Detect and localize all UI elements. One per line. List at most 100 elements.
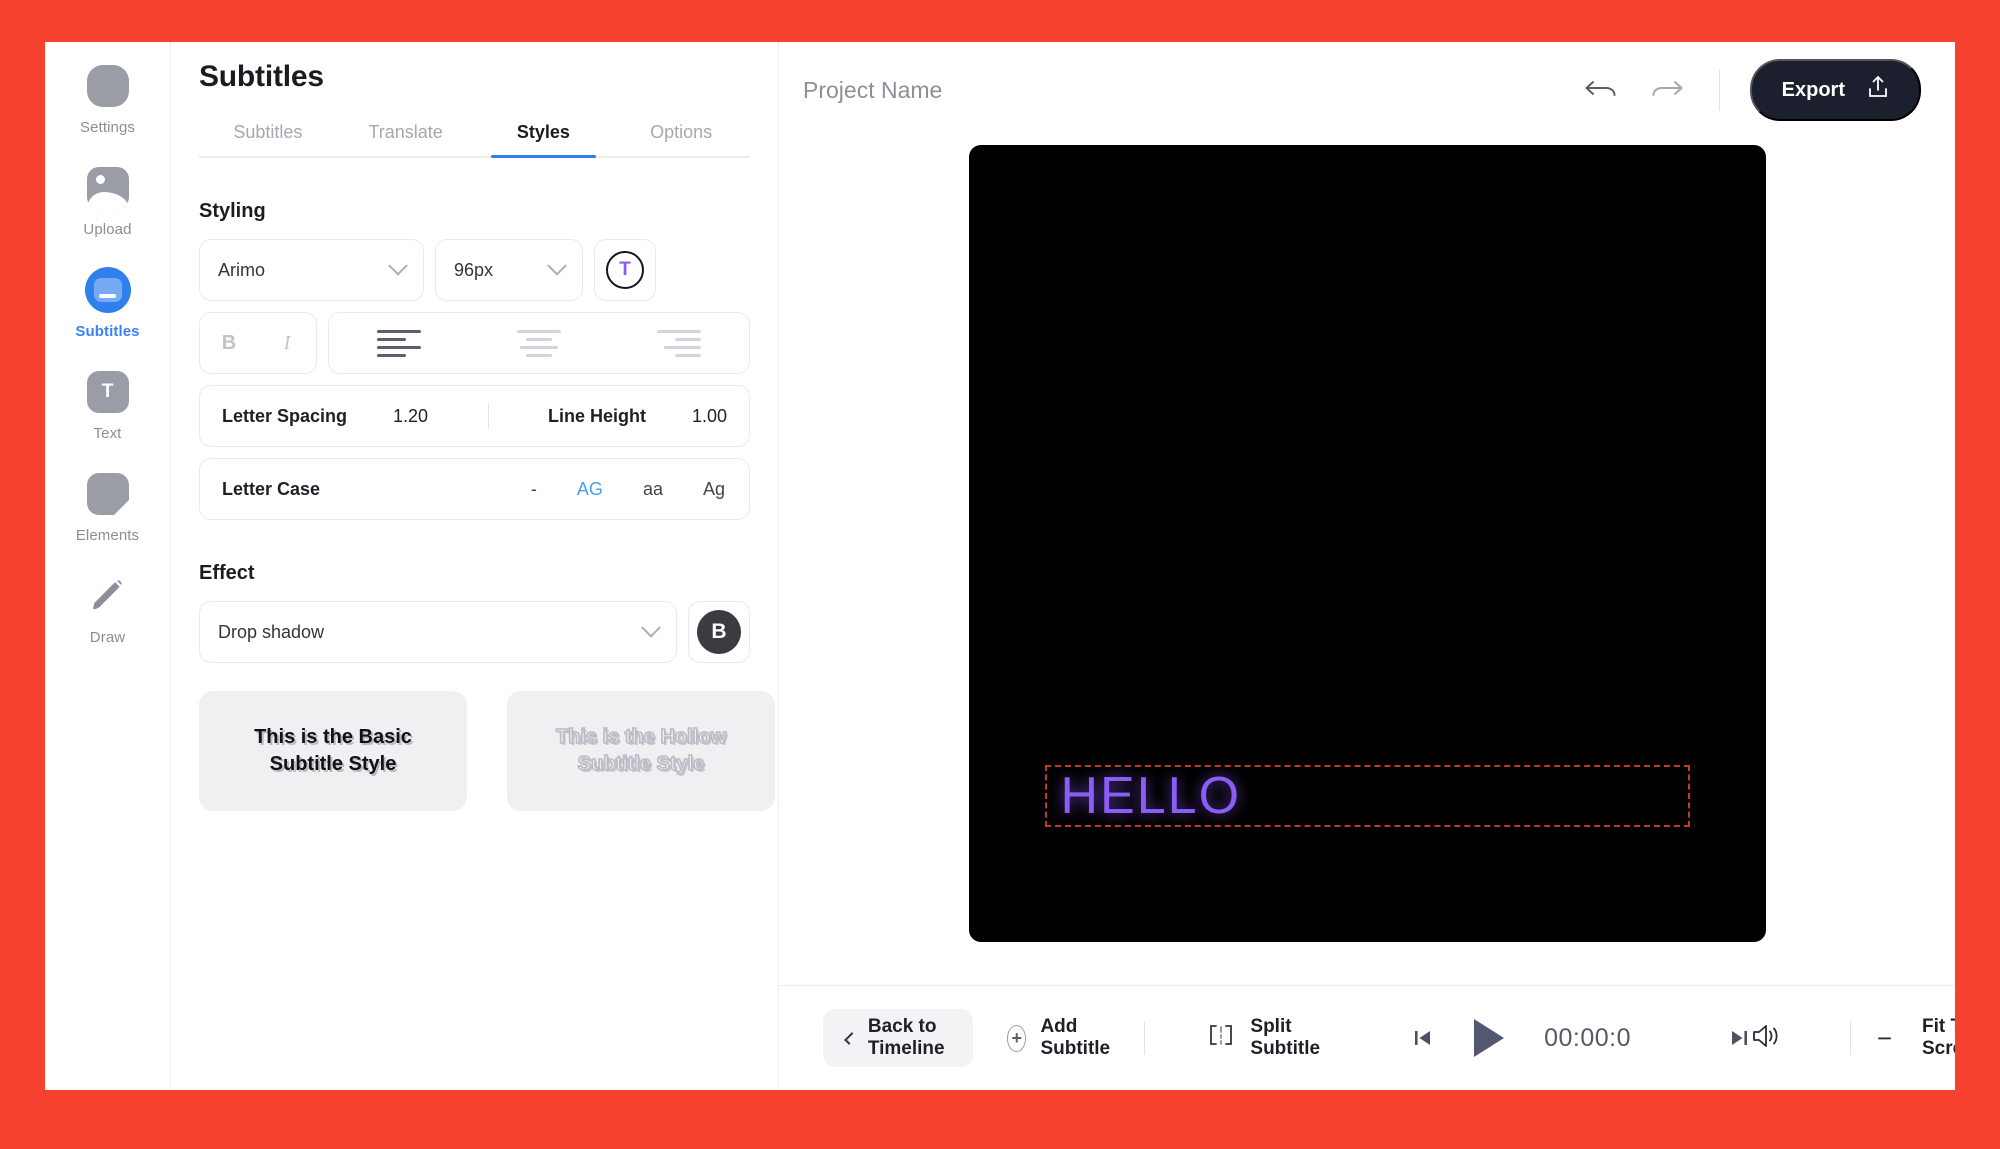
- panel-tabs: Subtitles Translate Styles Options: [199, 116, 750, 158]
- chevron-down-icon: [547, 255, 567, 276]
- letter-case-label: Letter Case: [222, 478, 321, 499]
- sidebar-item-draw[interactable]: Draw: [45, 572, 170, 646]
- subtitle-text[interactable]: HELLO: [1047, 770, 1242, 822]
- letter-case-lowercase[interactable]: aa: [643, 479, 663, 500]
- style-preset-line1: This is the Hollow: [555, 725, 727, 749]
- plus-circle-icon: +: [1007, 1024, 1027, 1052]
- sidebar-item-label: Elements: [75, 527, 140, 544]
- letter-case-group: Letter Case - AG aa Ag: [199, 458, 750, 520]
- letter-case-capitalize[interactable]: Ag: [703, 479, 725, 500]
- subtitle-style-presets: This is the Basic Subtitle Style This is…: [199, 691, 775, 811]
- back-to-timeline-label: Back to Timeline: [867, 1016, 945, 1059]
- sidebar-item-settings[interactable]: Settings: [45, 62, 170, 136]
- skip-next-icon[interactable]: [1728, 1026, 1750, 1050]
- tab-translate[interactable]: Translate: [337, 116, 475, 156]
- style-preset-line2: Subtitle Style: [577, 752, 705, 776]
- line-height-control[interactable]: Line Height 1.00: [548, 406, 727, 427]
- format-controls-row: B I: [199, 312, 750, 374]
- app-window: Settings Upload Subtitles T Text Element…: [45, 42, 1955, 1090]
- bold-italic-group: B I: [199, 312, 317, 374]
- text-t-icon: T: [84, 368, 132, 416]
- effect-select[interactable]: Drop shadow: [199, 601, 677, 663]
- effect-controls-row: Drop shadow B: [199, 601, 750, 663]
- italic-button[interactable]: I: [267, 332, 307, 355]
- effect-section-label: Effect: [199, 562, 255, 584]
- sidebar-item-label: Settings: [80, 119, 135, 136]
- style-preset-hollow[interactable]: This is the Hollow Subtitle Style: [507, 691, 775, 811]
- export-button[interactable]: Export: [1749, 59, 1921, 121]
- add-subtitle-label: Add Subtitle: [1040, 1016, 1111, 1059]
- editor-main-area: Project Name Export HELLO Back to Timeli…: [779, 42, 1955, 1090]
- spacing-controls-row: Letter Spacing 1.20 Line Height 1.00: [199, 385, 750, 447]
- style-preset-basic[interactable]: This is the Basic Subtitle Style: [199, 691, 467, 811]
- letter-spacing-control[interactable]: Letter Spacing 1.20: [222, 406, 428, 427]
- zoom-level-label[interactable]: Fit To Screen: [1922, 1016, 1955, 1060]
- letter-case-row: Letter Case - AG aa Ag: [199, 458, 750, 520]
- sidebar-item-text[interactable]: T Text: [45, 368, 170, 442]
- top-bar: Project Name Export: [779, 42, 1955, 138]
- spacing-group: Letter Spacing 1.20 Line Height 1.00: [199, 385, 750, 447]
- font-family-value: Arimo: [218, 259, 266, 280]
- tab-subtitles[interactable]: Subtitles: [199, 116, 337, 156]
- speaker-volume-icon[interactable]: [1750, 1021, 1784, 1056]
- align-left-icon[interactable]: [377, 325, 421, 361]
- letter-case-uppercase[interactable]: AG: [577, 479, 603, 500]
- letter-case-options: - AG aa Ag: [531, 479, 725, 500]
- bold-button[interactable]: B: [209, 332, 249, 355]
- playback-controls: 00:00:0: [1412, 1015, 1750, 1061]
- font-size-select[interactable]: 96px: [435, 239, 583, 301]
- font-family-select[interactable]: Arimo: [199, 239, 424, 301]
- project-name-field[interactable]: Project Name: [803, 77, 942, 104]
- sidebar-item-elements[interactable]: Elements: [45, 470, 170, 544]
- line-height-value[interactable]: 1.00: [692, 406, 727, 427]
- line-height-label: Line Height: [547, 405, 646, 426]
- letter-spacing-value[interactable]: 1.20: [393, 406, 428, 427]
- bottom-toolbar: Back to Timeline + Add Subtitle Split Su…: [779, 986, 1955, 1090]
- style-preset-line1: This is the Basic: [254, 726, 412, 748]
- font-size-value: 96px: [454, 259, 494, 280]
- sidebar-item-subtitles[interactable]: Subtitles: [45, 266, 170, 340]
- split-subtitle-label: Split Subtitle: [1250, 1016, 1321, 1059]
- timecode-display: 00:00:0: [1544, 1023, 1631, 1052]
- elements-shape-icon: [84, 470, 132, 518]
- video-canvas[interactable]: HELLO: [968, 145, 1766, 942]
- style-preset-line2: Subtitle Style: [269, 753, 397, 775]
- tab-options[interactable]: Options: [612, 116, 750, 156]
- upload-share-icon: [1867, 75, 1889, 105]
- split-subtitle-button[interactable]: Split Subtitle: [1206, 1016, 1320, 1060]
- effect-value: Drop shadow: [218, 621, 325, 642]
- zoom-out-button[interactable]: −: [1877, 1025, 1892, 1051]
- bottom-left-actions: Back to Timeline + Add Subtitle Split Su…: [823, 1009, 1320, 1067]
- undo-arrow-icon[interactable]: [1579, 72, 1623, 108]
- font-controls-row: Arimo 96px T: [199, 239, 750, 301]
- subtitles-icon: [84, 266, 132, 314]
- text-color-button[interactable]: T: [594, 239, 656, 301]
- styling-section-label: Styling: [199, 200, 266, 222]
- sidebar-item-label: Upload: [83, 221, 132, 238]
- letter-case-none[interactable]: -: [531, 479, 537, 500]
- subtitles-properties-panel: Subtitles Subtitles Translate Styles Opt…: [171, 42, 779, 1090]
- redo-arrow-icon[interactable]: [1645, 72, 1689, 108]
- align-center-icon[interactable]: [517, 325, 561, 361]
- sidebar-item-upload[interactable]: Upload: [45, 164, 170, 238]
- play-button[interactable]: [1468, 1015, 1510, 1061]
- color-glyph: T: [619, 259, 631, 280]
- letter-spacing-label: Letter Spacing: [222, 405, 348, 426]
- skip-previous-icon[interactable]: [1412, 1026, 1434, 1050]
- align-right-icon[interactable]: [657, 325, 701, 361]
- left-icon-rail: Settings Upload Subtitles T Text Element…: [45, 42, 171, 1090]
- properties-scroll-area: Subtitles Subtitles Translate Styles Opt…: [171, 42, 778, 1090]
- subtitle-selection-box[interactable]: HELLO: [1044, 765, 1690, 827]
- back-to-timeline-button[interactable]: Back to Timeline: [823, 1009, 974, 1067]
- bottom-right-actions: − Fit To Screen +: [1750, 1016, 1955, 1060]
- top-bar-actions: Export: [1579, 59, 1921, 121]
- effect-color-button[interactable]: B: [688, 601, 750, 663]
- text-align-group: [328, 312, 750, 374]
- tab-styles[interactable]: Styles: [475, 116, 613, 158]
- divider: [1143, 1021, 1145, 1055]
- add-subtitle-button[interactable]: + Add Subtitle: [1007, 1016, 1118, 1060]
- video-preview-area: HELLO: [779, 138, 1955, 986]
- chevron-down-icon: [388, 255, 408, 276]
- chevron-down-icon: [641, 617, 661, 638]
- divider: [487, 403, 489, 429]
